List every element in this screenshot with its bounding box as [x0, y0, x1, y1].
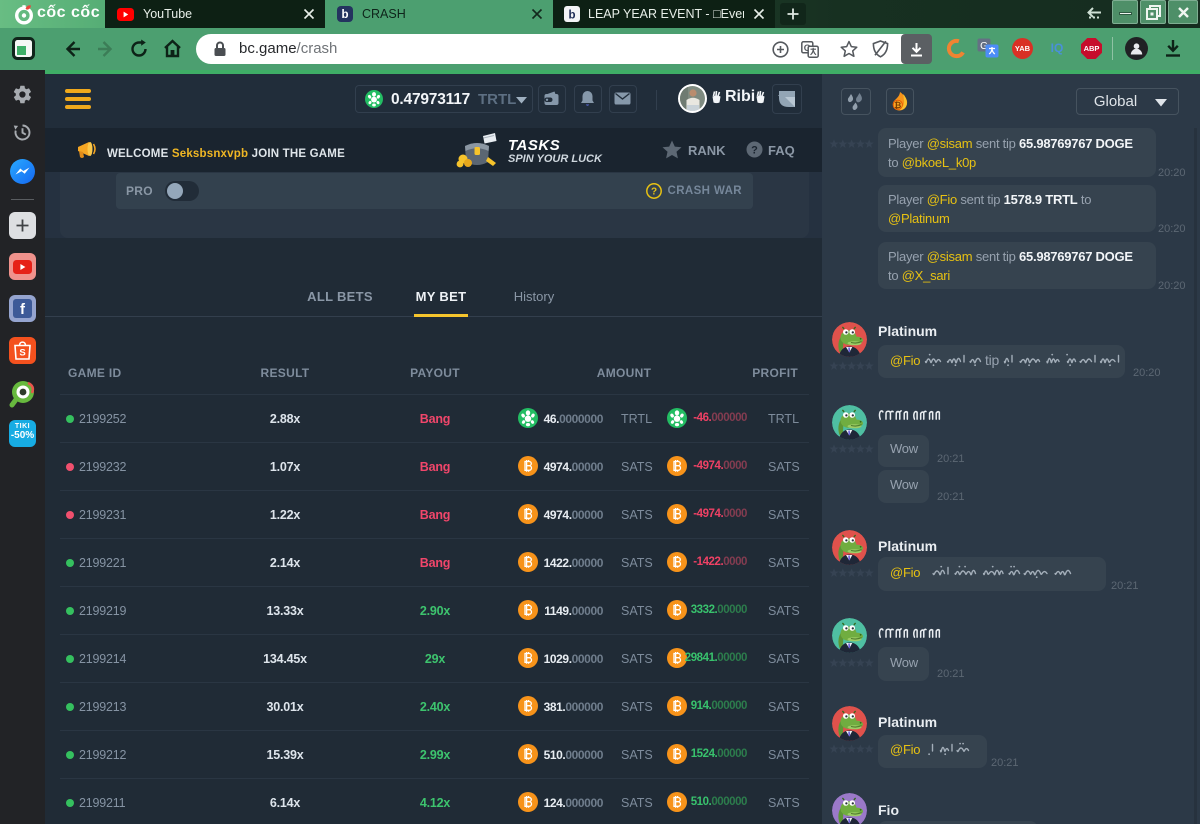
svg-text:?: ? — [751, 144, 758, 156]
svg-text:?: ? — [651, 187, 657, 198]
svg-text:₿: ₿ — [894, 100, 901, 110]
svg-text:b: b — [341, 9, 348, 21]
svg-text:S: S — [19, 348, 25, 359]
svg-text:b: b — [568, 9, 575, 21]
